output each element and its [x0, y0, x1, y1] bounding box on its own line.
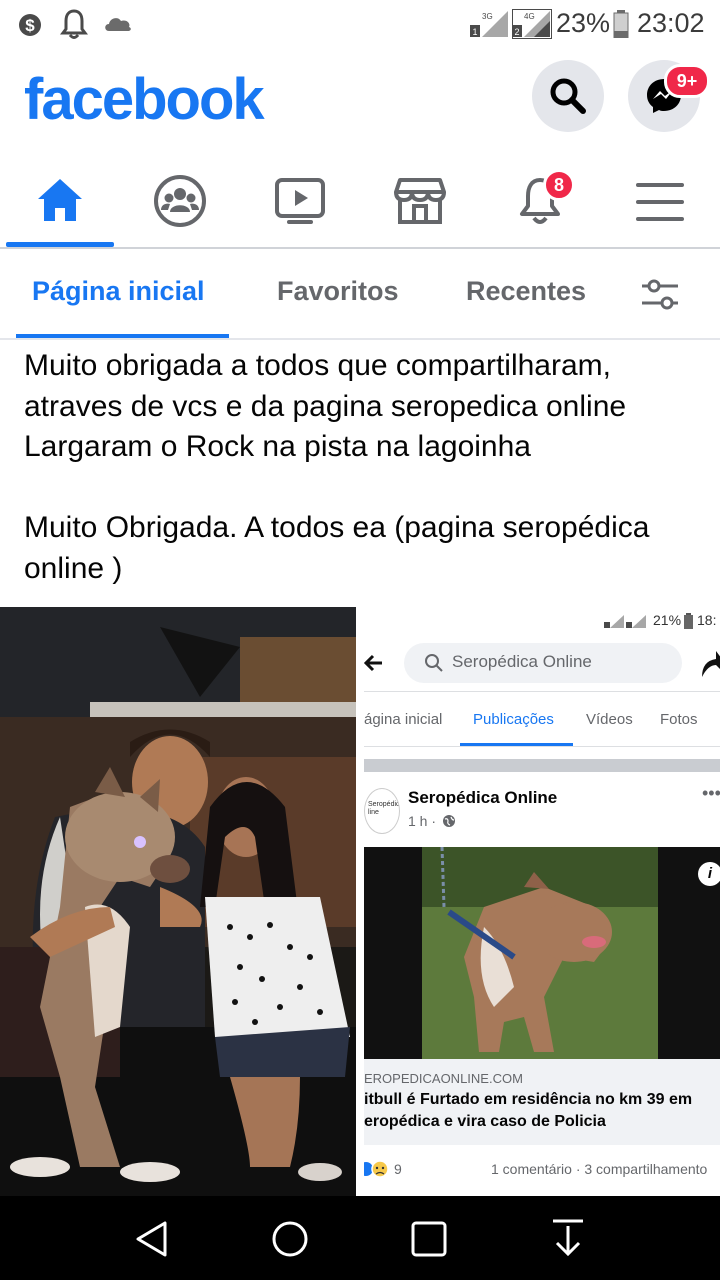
recent-apps-icon[interactable]: [411, 1221, 447, 1257]
post-line: online ): [24, 551, 123, 585]
embedded-post-meta: 1 h ·: [408, 813, 437, 829]
net2-label: 4G: [524, 12, 535, 21]
search-icon: [550, 78, 586, 114]
search-button[interactable]: [532, 60, 604, 132]
avatar-text: Seropédica line: [368, 801, 400, 816]
svg-text:$: $: [25, 16, 35, 35]
globe-icon: [443, 815, 455, 827]
nav-notifications[interactable]: [488, 160, 592, 246]
post-line: Muito Obrigada. A todos ea (pagina serop…: [24, 511, 650, 544]
divider: [0, 247, 720, 249]
embedded-link-image: i: [364, 846, 720, 1059]
reactions-icon: [364, 1160, 389, 1178]
embedded-tab: Fotos: [660, 711, 698, 728]
nav-watch[interactable]: [248, 160, 352, 246]
back-arrow-icon: [364, 654, 382, 672]
system-navigation-bar: [0, 1196, 720, 1280]
groups-icon: [154, 175, 206, 227]
search-icon: [425, 654, 443, 672]
nav-groups[interactable]: [128, 160, 232, 246]
post-line: Largaram o Rock na pista na lagoinha: [24, 430, 531, 463]
divider: [0, 338, 720, 340]
link-title-line: eropédica e vira caso de Policia: [364, 1113, 606, 1130]
more-options-icon: •••: [702, 783, 720, 803]
notifications-badge: 8: [543, 169, 575, 201]
battery-percent: 23%: [556, 8, 611, 38]
marketplace-icon: [394, 178, 446, 224]
nav-home[interactable]: [8, 160, 112, 246]
reaction-count: 9: [394, 1161, 402, 1177]
svg-text:1: 1: [472, 27, 477, 37]
battery-icon: [613, 10, 629, 38]
share-arrow-icon: [702, 651, 720, 677]
cloud-icon: [105, 18, 131, 31]
svg-text:2: 2: [514, 27, 519, 37]
embedded-avatar: Seropédica line: [364, 788, 400, 834]
facebook-logo: facebook: [24, 67, 265, 132]
post-text: Muito obrigada a todos que compartilhara…: [24, 346, 714, 589]
info-icon: i: [698, 862, 720, 886]
tab-home[interactable]: Página inicial: [32, 276, 205, 307]
net1-label: 3G: [482, 12, 493, 21]
embedded-status-bar: 21% 18:: [364, 607, 720, 635]
embedded-search-field: Seropédica Online: [404, 643, 682, 683]
embedded-battery: 21%: [653, 612, 682, 628]
link-title-line: itbull é Furtado em residência no km 39 …: [364, 1091, 693, 1108]
embedded-clock: 18:: [697, 612, 717, 628]
filter-icon[interactable]: [640, 279, 680, 311]
back-icon[interactable]: [135, 1220, 169, 1258]
post-photo-couple-with-dog[interactable]: [0, 607, 356, 1196]
nav-menu[interactable]: [608, 160, 712, 246]
dollar-icon: $: [19, 14, 41, 36]
embedded-search-text: Seropédica Online: [452, 652, 592, 671]
embedded-tab-active: Publicações: [473, 711, 554, 728]
home-icon: [38, 179, 82, 221]
battery-icon: [684, 613, 693, 629]
bell-outline-icon: [60, 9, 88, 39]
dog-photo: [422, 846, 658, 1059]
embedded-page-name: Seropédica Online: [408, 788, 558, 807]
embedded-tab: ágina inicial: [364, 711, 443, 728]
tab-favorites[interactable]: Favoritos: [277, 276, 399, 307]
post-line: atraves de vcs e da pagina seropedica on…: [24, 389, 627, 423]
tab-recent[interactable]: Recentes: [466, 276, 586, 307]
menu-icon: [636, 183, 684, 221]
embedded-tab: Vídeos: [586, 711, 633, 728]
photo-illustration: [0, 607, 356, 1196]
status-bar: $ 1 3G 2 4G 23% 23:02: [0, 0, 720, 50]
signal-icon: 1 3G: [470, 11, 508, 37]
nav-marketplace[interactable]: [368, 160, 472, 246]
watch-icon: [275, 178, 325, 224]
signal-icon: [604, 615, 646, 628]
embedded-link-preview: EROPEDICAONLINE.COM itbull é Furtado em …: [364, 1059, 720, 1145]
signal-icon: 2 4G: [512, 9, 552, 39]
engagement-stats: 1 comentário · 3 compartilhamento: [491, 1161, 708, 1177]
post-line: Muito obrigada a todos que compartilhara…: [24, 349, 611, 382]
download-arrow-icon[interactable]: [551, 1218, 585, 1258]
link-domain: EROPEDICAONLINE.COM: [364, 1071, 523, 1086]
clock: 23:02: [637, 8, 705, 38]
messenger-badge: 9+: [664, 64, 710, 98]
post-photo-screenshot[interactable]: 21% 18: Seropédica Online ágina inicial …: [364, 607, 720, 1196]
home-button-icon[interactable]: [271, 1220, 309, 1258]
